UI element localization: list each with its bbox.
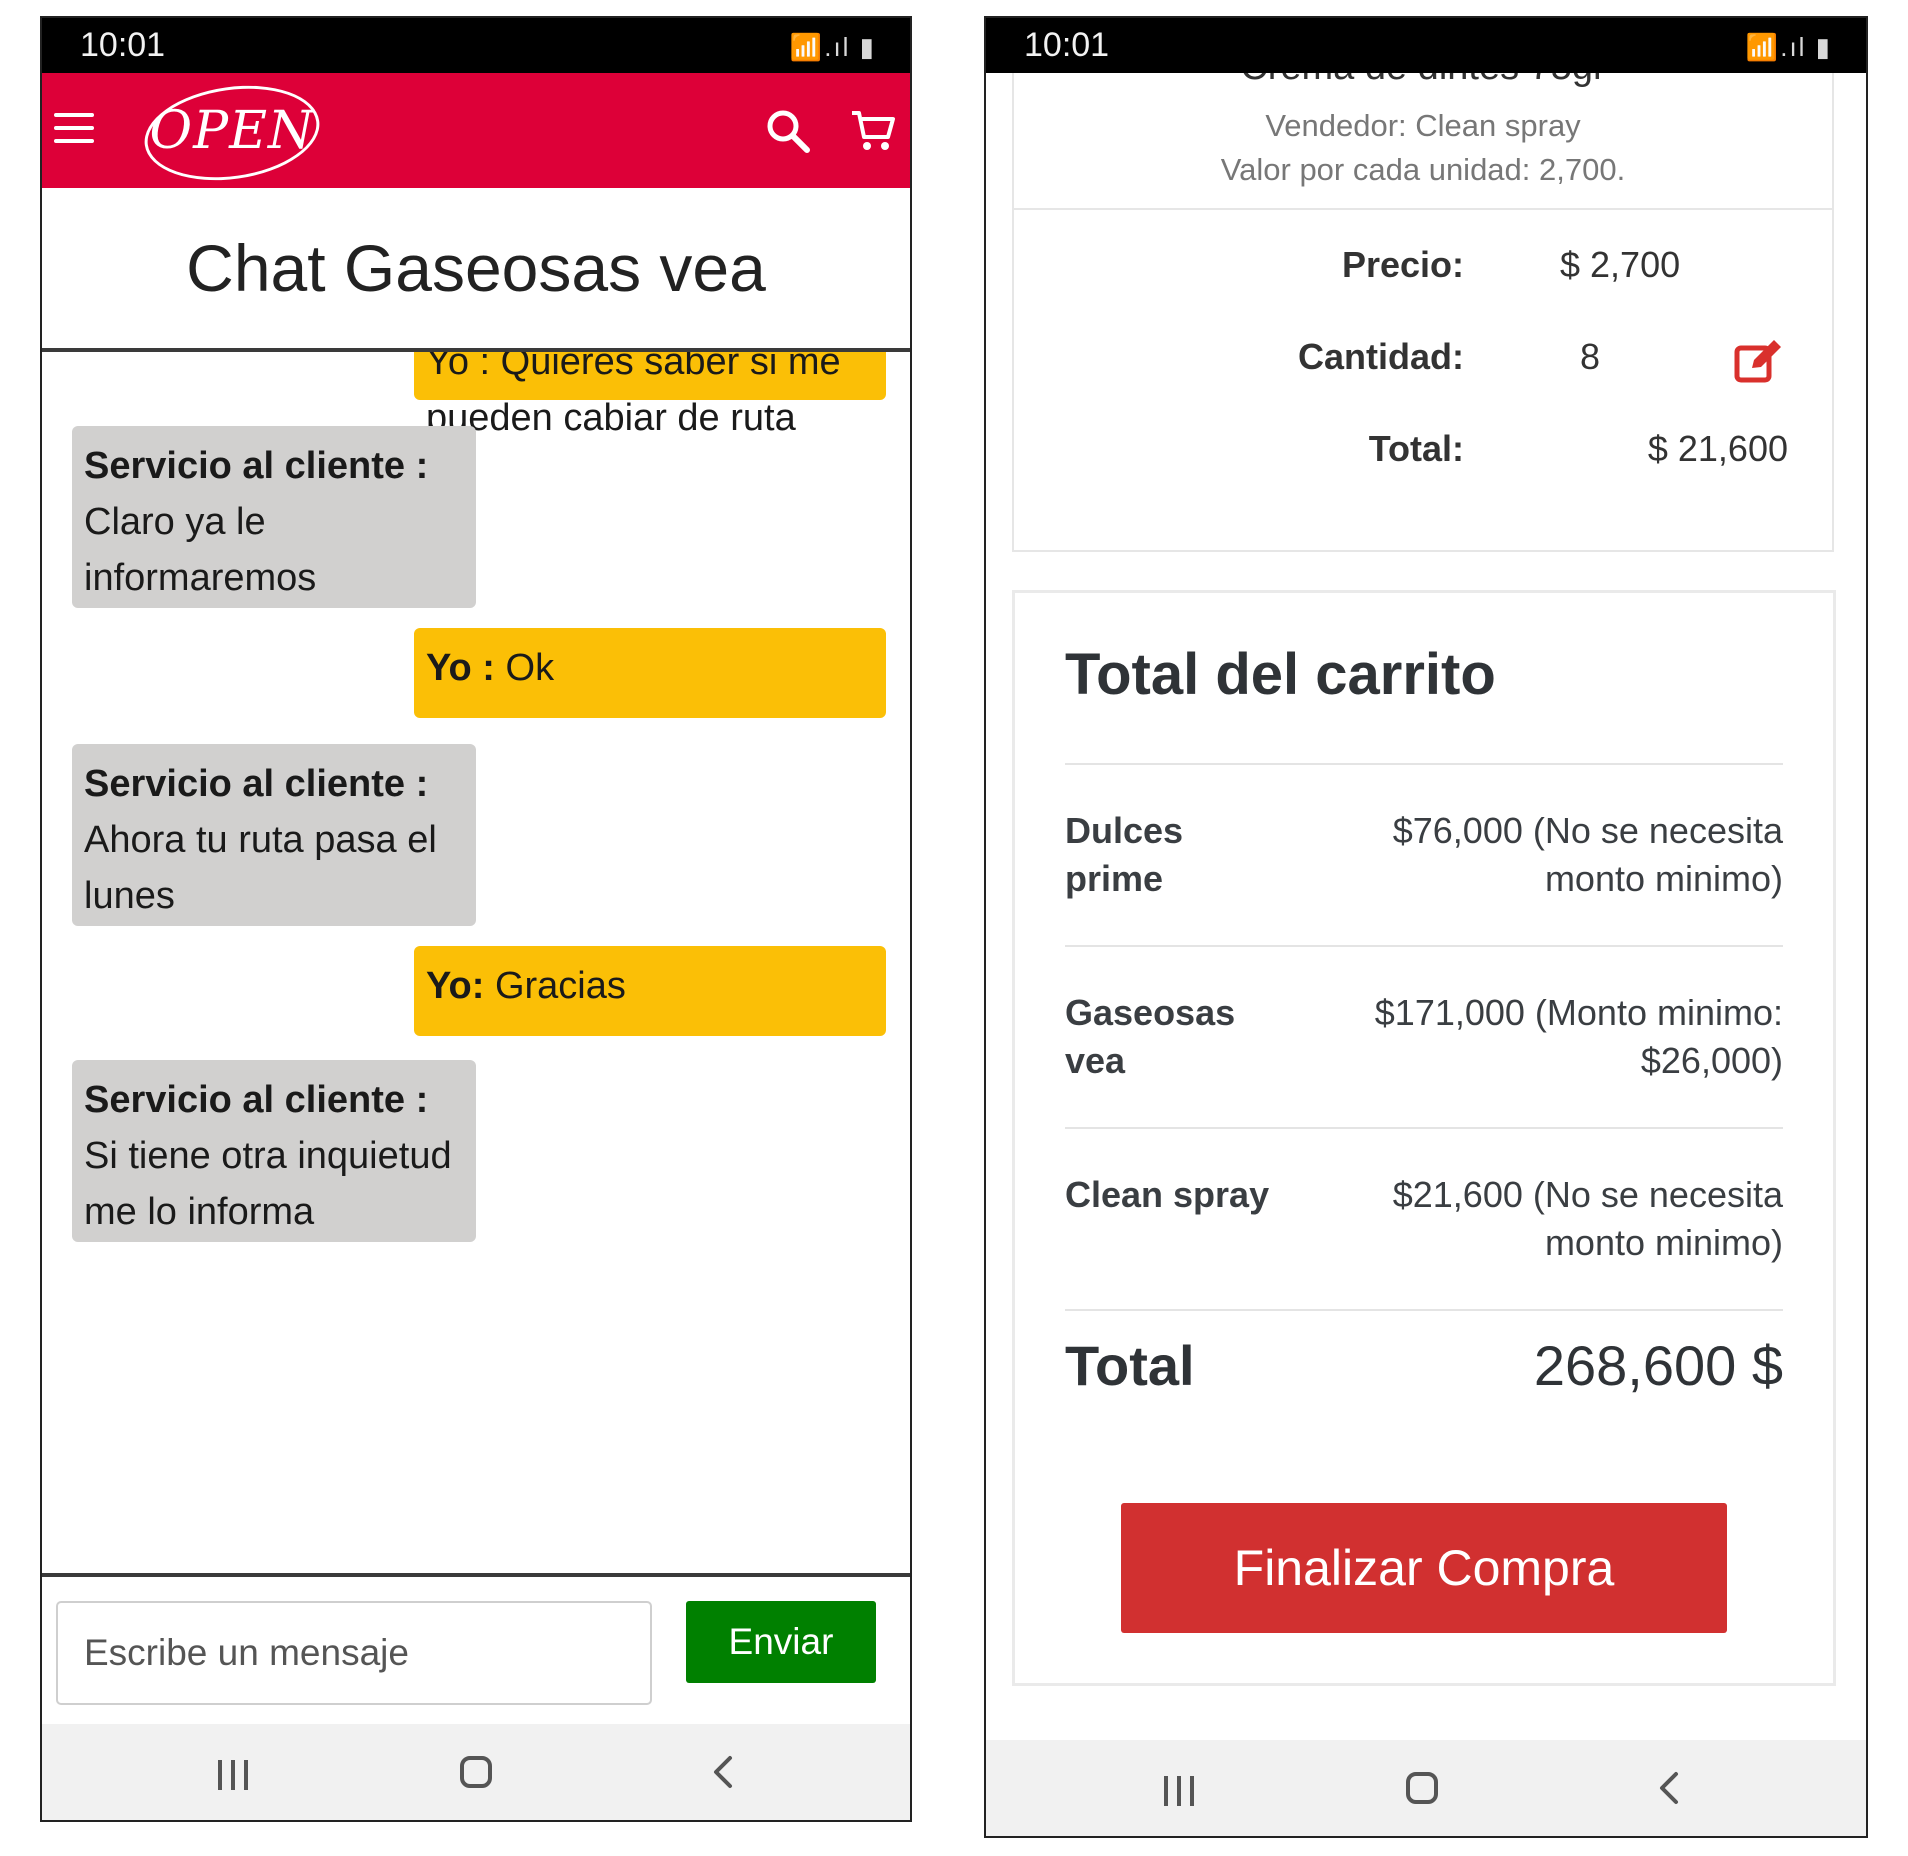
message-bubble-me: Yo: Gracias [414, 946, 886, 1036]
open-logo[interactable]: OPEN [138, 75, 326, 191]
status-icons: 📶.ıl ▮ [1745, 32, 1832, 62]
logo-text: OPEN [149, 101, 315, 161]
message-bubble-me: Yo : Quieres saber si me pueden cabiar d… [414, 352, 886, 439]
store-amount: $171,000 (Monto minimo: $26,000) [1374, 992, 1783, 1081]
send-button[interactable]: Enviar [686, 1601, 876, 1683]
message-sender: Servicio al cliente : [84, 445, 429, 487]
message-text: Yo : Quieres saber si me pueden cabiar d… [426, 352, 841, 439]
message-input[interactable] [56, 1601, 652, 1705]
system-nav-bar [42, 1724, 910, 1820]
quantity-label: Cantidad: [1298, 336, 1464, 377]
divider [1065, 763, 1783, 765]
price-value: $ 2,700 [1560, 244, 1681, 285]
message-sender: Yo: [426, 965, 485, 1007]
cart-total-card: Total del carrito Dulces prime $76,000 (… [1012, 590, 1836, 1686]
message-text: Si tiene otra inquietud me lo informa [84, 1135, 452, 1233]
edit-icon[interactable] [1734, 338, 1784, 384]
store-amount: $21,600 (No se necesita monto minimo) [1392, 1174, 1783, 1263]
status-bar: 10:01 📶.ıl ▮ [986, 18, 1866, 73]
message-sender: Servicio al cliente : [84, 763, 429, 805]
message-bubble-agent: Servicio al cliente : Si tiene otra inqu… [72, 1060, 476, 1242]
message-bubble-agent: Servicio al cliente : Claro ya le inform… [72, 426, 476, 608]
menu-icon[interactable] [54, 113, 94, 145]
status-time: 10:01 [1024, 26, 1110, 64]
quantity-value: 8 [1580, 336, 1601, 377]
checkout-button[interactable]: Finalizar Compra [1121, 1503, 1727, 1633]
message-bubble-me: Yo : Ok [414, 628, 886, 718]
price-summary: Precio: $ 2,700 Cantidad: 8 Total: $ 21,… [1012, 208, 1834, 552]
message-composer: Enviar [42, 1573, 910, 1737]
message-text: Claro ya le informaremos [84, 501, 317, 599]
grand-total-value: 268,600 $ [1533, 1334, 1783, 1397]
store-name: Gaseosas vea [1065, 992, 1236, 1081]
app-header: OPEN [42, 73, 910, 191]
chat-screen: 10:01 📶.ıl ▮ OPEN Chat Gaseosas vea Yo :… [40, 16, 912, 1822]
nav-recent-icon[interactable] [1164, 1776, 1198, 1806]
cart-icon[interactable] [850, 107, 896, 153]
chat-title: Chat Gaseosas vea [186, 231, 766, 305]
line-total-label: Total: [1368, 428, 1464, 469]
message-sender: Servicio al cliente : [84, 1079, 429, 1121]
message-text: Gracias [484, 965, 626, 1007]
nav-home-icon[interactable] [460, 1756, 492, 1788]
message-text: Ok [494, 647, 555, 689]
chat-title-bar: Chat Gaseosas vea [42, 188, 910, 352]
product-vendor: Vendedor: Clean spray [1265, 108, 1581, 143]
message-list[interactable]: Yo : Quieres saber si me pueden cabiar d… [42, 352, 910, 1573]
nav-back-icon[interactable] [704, 1752, 744, 1792]
product-card: Crema de dintes 75gr Vendedor: Clean spr… [1012, 46, 1834, 210]
store-name: Dulces prime [1065, 810, 1184, 899]
line-total-value: $ 21,600 [1647, 428, 1788, 469]
system-nav-bar [986, 1740, 1866, 1836]
status-time: 10:01 [80, 26, 166, 64]
message-sender: Yo : [426, 647, 495, 689]
message-bubble-agent: Servicio al cliente : Ahora tu ruta pasa… [72, 744, 476, 926]
divider [1065, 1127, 1783, 1129]
cart-screen: Crema de dintes 75gr Vendedor: Clean spr… [984, 16, 1868, 1838]
grand-total-label: Total [1065, 1334, 1195, 1397]
nav-back-icon[interactable] [1650, 1768, 1690, 1808]
store-amount: $76,000 (No se necesita monto minimo) [1392, 810, 1783, 899]
search-icon[interactable] [766, 109, 810, 153]
message-text: Ahora tu ruta pasa el lunes [84, 819, 437, 917]
store-name: Clean spray [1065, 1174, 1270, 1215]
divider [1065, 1309, 1783, 1311]
nav-home-icon[interactable] [1406, 1772, 1438, 1804]
cart-title: Total del carrito [1065, 642, 1496, 707]
status-bar: 10:01 📶.ıl ▮ [42, 18, 910, 73]
product-unit-value: Valor por cada unidad: 2,700. [1220, 152, 1626, 187]
price-label: Precio: [1341, 244, 1464, 285]
divider [1065, 945, 1783, 947]
nav-recent-icon[interactable] [218, 1760, 252, 1790]
status-icons: 📶.ıl ▮ [789, 32, 876, 62]
